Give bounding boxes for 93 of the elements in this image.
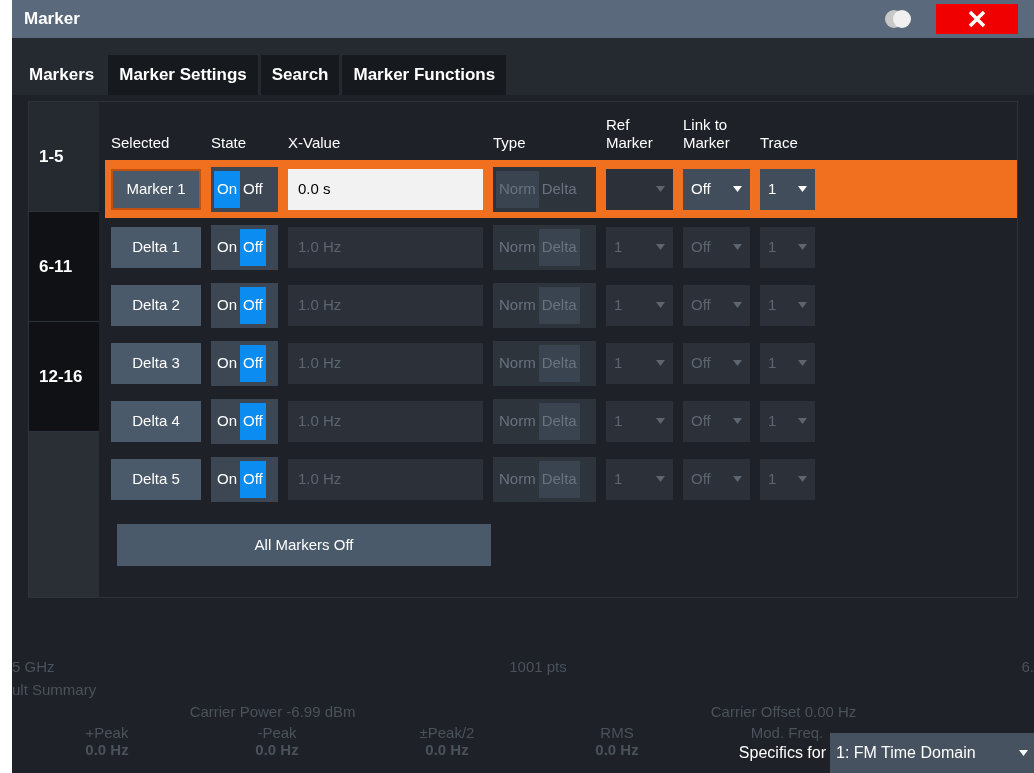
marker-select-button[interactable]: Delta 1 [111,226,201,268]
on-option[interactable]: On [214,460,240,498]
on-option[interactable]: On [214,286,240,324]
dropdown-caret-icon [733,360,742,366]
off-option[interactable]: Off [240,460,266,498]
dropdown-caret-icon [733,476,742,482]
off-option[interactable]: Off [240,228,266,266]
dropdown-caret-icon [656,476,665,482]
off-option[interactable]: Off [240,170,266,208]
dropdown[interactable]: 1 [760,458,815,500]
dropdown-caret-icon [798,186,807,192]
dropdown[interactable]: Off [683,168,750,210]
dropdown[interactable]: Off [683,400,750,442]
dropdown-caret-icon [656,302,665,308]
x-value-field[interactable]: 1.0 Hz [288,284,483,326]
dropdown[interactable]: 1 [760,168,815,210]
dropdown[interactable]: 1 [606,284,673,326]
norm-option[interactable]: Norm [496,228,539,266]
marker-select-button[interactable]: Delta 2 [111,284,201,326]
dropdown-caret-icon [798,302,807,308]
dropdown-caret-icon [733,186,742,192]
state-toggle[interactable]: On Off [211,398,278,444]
marker-select-button[interactable]: Delta 5 [111,458,201,500]
marker-select-button[interactable]: Delta 3 [111,342,201,384]
norm-option[interactable]: Norm [496,460,539,498]
state-toggle[interactable]: On Off [211,282,278,328]
dropdown-caret-icon [1019,750,1028,756]
tab[interactable]: Marker Settings [108,55,258,95]
on-option[interactable]: On [214,402,240,440]
x-value-field[interactable]: 0.0 s [288,168,483,210]
dropdown-caret-icon [733,244,742,250]
all-markers-off-button[interactable]: All Markers Off [117,524,491,566]
column-header: State [211,134,248,153]
dropdown[interactable]: 1 [606,458,673,500]
column-header: X-Value [288,134,342,153]
marker-range-tab[interactable]: 1-5 [29,102,99,212]
column-header: Link to Marker [683,116,731,153]
x-value-field[interactable]: 1.0 Hz [288,400,483,442]
marker-select-button[interactable]: Marker 1 [111,168,201,210]
dropdown[interactable]: 1 [606,400,673,442]
dropdown-caret-icon [733,302,742,308]
dropdown-caret-icon [798,360,807,366]
specifics-label: Specifics for [738,743,827,763]
specifics-dropdown[interactable]: 1: FM Time Domain [830,733,1034,773]
dropdown[interactable]: 1 [760,400,815,442]
dropdown[interactable] [606,168,673,210]
column-header: Ref Marker [606,116,654,153]
state-toggle[interactable]: On Off [211,224,278,270]
dropdown[interactable]: 1 [606,342,673,384]
delta-option[interactable]: Delta [538,170,580,208]
dropdown[interactable]: 1 [606,226,673,268]
on-option[interactable]: On [214,228,240,266]
dropdown-caret-icon [798,244,807,250]
on-option[interactable]: On [214,170,240,208]
x-value-field[interactable]: 1.0 Hz [288,458,483,500]
tab[interactable]: Search [260,55,340,95]
state-toggle[interactable]: On Off [211,456,278,502]
close-button[interactable] [936,4,1018,34]
norm-option[interactable]: Norm [496,402,539,440]
dropdown[interactable]: 1 [760,342,815,384]
column-header: Type [493,134,527,153]
state-toggle[interactable]: On Off [211,166,278,212]
state-toggle[interactable]: On Off [211,340,278,386]
norm-option[interactable]: Norm [496,344,539,382]
close-icon [968,10,986,28]
toggle-circles-icon[interactable] [884,9,912,29]
column-header: Trace [760,134,799,153]
dropdown-caret-icon [733,418,742,424]
off-option[interactable]: Off [240,344,266,382]
dropdown[interactable]: Off [683,458,750,500]
dropdown-caret-icon [656,244,665,250]
dropdown[interactable]: 1 [760,284,815,326]
marker-range-tab[interactable]: 12-16 [29,322,99,432]
dropdown[interactable]: Off [683,226,750,268]
dropdown-caret-icon [798,418,807,424]
dropdown-caret-icon [798,476,807,482]
marker-select-button[interactable]: Delta 4 [111,400,201,442]
dropdown[interactable]: Off [683,284,750,326]
window-title: Marker [24,8,80,31]
dropdown-caret-icon [656,418,665,424]
norm-option[interactable]: Norm [496,286,539,324]
dropdown-caret-icon [656,186,665,192]
column-header: Selected [111,134,171,153]
dropdown-caret-icon [656,360,665,366]
tab[interactable]: Marker Functions [342,55,507,95]
x-value-field[interactable]: 1.0 Hz [288,342,483,384]
dropdown[interactable]: Off [683,342,750,384]
x-value-field[interactable]: 1.0 Hz [288,226,483,268]
off-option[interactable]: Off [240,402,266,440]
marker-range-tab[interactable]: 6-11 [29,212,99,322]
off-option[interactable]: Off [240,286,266,324]
on-option[interactable]: On [214,344,240,382]
dropdown[interactable]: 1 [760,226,815,268]
